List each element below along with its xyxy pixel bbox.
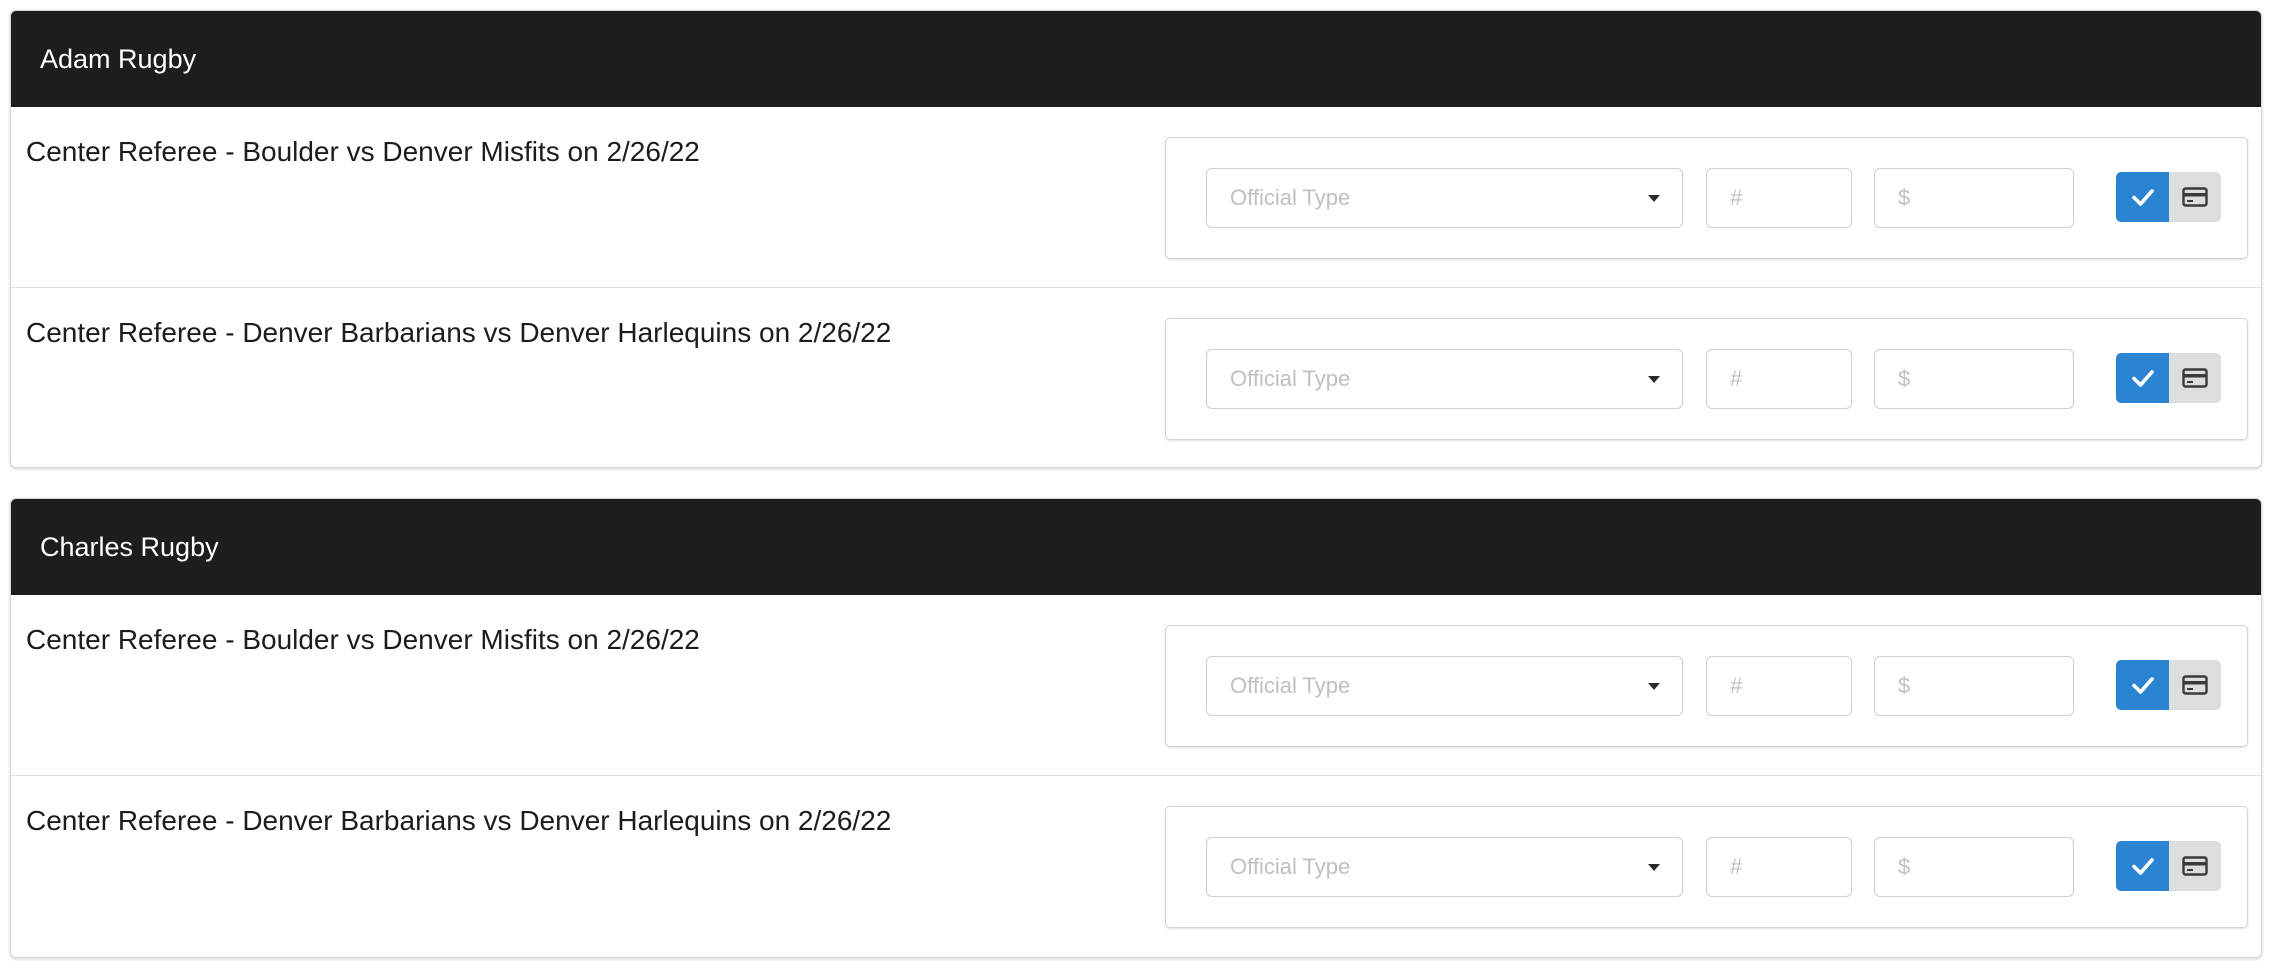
- number-input[interactable]: [1706, 349, 1852, 409]
- official-type-placeholder: Official Type: [1230, 185, 1351, 210]
- caret-down-icon: [1648, 195, 1660, 202]
- credit-card-icon: [2182, 368, 2208, 388]
- confirm-button[interactable]: [2116, 660, 2169, 710]
- official-type-select[interactable]: Official Type: [1206, 168, 1683, 228]
- number-field[interactable]: [1730, 838, 1851, 896]
- payment-button[interactable]: [2169, 353, 2221, 403]
- amount-input[interactable]: [1874, 168, 2074, 228]
- caret-down-icon: [1648, 864, 1660, 871]
- payment-button[interactable]: [2169, 660, 2221, 710]
- assignment-form: Official Type: [1165, 137, 2248, 259]
- assignment-row: Center Referee - Denver Barbarians vs De…: [11, 287, 2261, 467]
- assignment-row: Center Referee - Boulder vs Denver Misfi…: [11, 595, 2261, 775]
- assignment-form: Official Type: [1165, 625, 2248, 747]
- confirm-button[interactable]: [2116, 353, 2169, 403]
- assignment-form: Official Type: [1165, 318, 2248, 440]
- action-button-group: [2116, 841, 2221, 891]
- number-field[interactable]: [1730, 169, 1851, 227]
- assignment-label: Center Referee - Boulder vs Denver Misfi…: [26, 624, 700, 655]
- check-icon: [2131, 370, 2154, 387]
- club-name: Adam Rugby: [11, 11, 2261, 107]
- official-type-select[interactable]: Official Type: [1206, 349, 1683, 409]
- official-type-placeholder: Official Type: [1230, 366, 1351, 391]
- confirm-button[interactable]: [2116, 841, 2169, 891]
- credit-card-icon: [2182, 675, 2208, 695]
- confirm-button[interactable]: [2116, 172, 2169, 222]
- club-card: Charles Rugby Center Referee - Boulder v…: [10, 498, 2262, 958]
- amount-input[interactable]: [1874, 349, 2074, 409]
- club-name: Charles Rugby: [11, 499, 2261, 595]
- assignment-label: Center Referee - Boulder vs Denver Misfi…: [26, 136, 700, 167]
- credit-card-icon: [2182, 856, 2208, 876]
- amount-field[interactable]: [1898, 350, 2073, 408]
- club-card: Adam Rugby Center Referee - Boulder vs D…: [10, 10, 2262, 468]
- assignment-page: Adam Rugby Center Referee - Boulder vs D…: [0, 0, 2274, 972]
- number-input[interactable]: [1706, 656, 1852, 716]
- official-type-select[interactable]: Official Type: [1206, 837, 1683, 897]
- caret-down-icon: [1648, 376, 1660, 383]
- official-type-placeholder: Official Type: [1230, 854, 1351, 879]
- payment-button[interactable]: [2169, 172, 2221, 222]
- credit-card-icon: [2182, 187, 2208, 207]
- amount-input[interactable]: [1874, 837, 2074, 897]
- assignment-form: Official Type: [1165, 806, 2248, 928]
- assignment-row: Center Referee - Boulder vs Denver Misfi…: [11, 107, 2261, 287]
- action-button-group: [2116, 172, 2221, 222]
- amount-field[interactable]: [1898, 657, 2073, 715]
- official-type-placeholder: Official Type: [1230, 673, 1351, 698]
- action-button-group: [2116, 660, 2221, 710]
- assignment-row: Center Referee - Denver Barbarians vs De…: [11, 775, 2261, 955]
- number-field[interactable]: [1730, 657, 1851, 715]
- check-icon: [2131, 677, 2154, 694]
- number-input[interactable]: [1706, 168, 1852, 228]
- check-icon: [2131, 858, 2154, 875]
- official-type-select[interactable]: Official Type: [1206, 656, 1683, 716]
- number-input[interactable]: [1706, 837, 1852, 897]
- amount-field[interactable]: [1898, 169, 2073, 227]
- assignment-label: Center Referee - Denver Barbarians vs De…: [26, 317, 892, 348]
- action-button-group: [2116, 353, 2221, 403]
- amount-field[interactable]: [1898, 838, 2073, 896]
- payment-button[interactable]: [2169, 841, 2221, 891]
- check-icon: [2131, 189, 2154, 206]
- amount-input[interactable]: [1874, 656, 2074, 716]
- caret-down-icon: [1648, 683, 1660, 690]
- assignment-label: Center Referee - Denver Barbarians vs De…: [26, 805, 892, 836]
- number-field[interactable]: [1730, 350, 1851, 408]
